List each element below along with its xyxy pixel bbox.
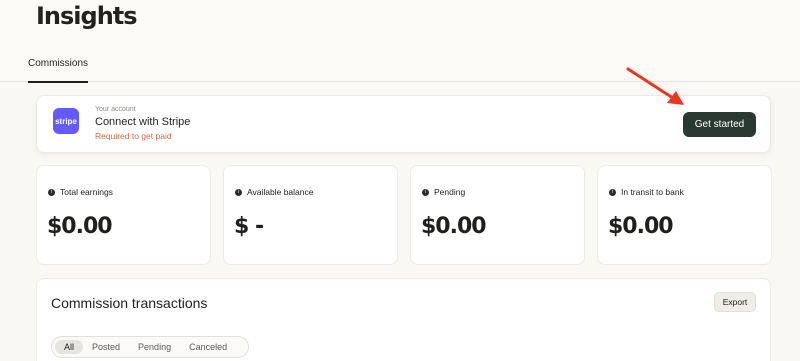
- stat-value: $0.00: [421, 214, 487, 239]
- stat-value: $0.00: [608, 214, 674, 239]
- stat-label: Available balance: [247, 187, 314, 197]
- info-icon[interactable]: i: [48, 188, 55, 196]
- account-note: Required to get paid: [95, 131, 172, 141]
- info-icon[interactable]: i: [609, 188, 616, 196]
- status-filter-group: All Posted Pending Canceled: [51, 336, 249, 358]
- info-icon[interactable]: i: [235, 188, 242, 196]
- commission-transactions-card: Commission transactions Export All Poste…: [36, 278, 771, 361]
- filter-all[interactable]: All: [55, 340, 84, 354]
- stat-label: Total earnings: [60, 187, 113, 197]
- stat-value: $0.00: [47, 214, 113, 239]
- info-icon[interactable]: i: [422, 188, 429, 196]
- stat-label: In transit to bank: [621, 187, 684, 197]
- filter-canceled[interactable]: Canceled: [180, 340, 236, 354]
- tab-commissions[interactable]: Commissions: [28, 58, 89, 83]
- account-caption: Your account: [95, 106, 136, 113]
- account-title: Connect with Stripe: [95, 116, 191, 128]
- stat-card-in-transit: i In transit to bank $0.00: [597, 165, 772, 265]
- filter-posted[interactable]: Posted: [83, 340, 129, 354]
- stripe-logo: stripe: [53, 108, 79, 134]
- page-title: Insights: [36, 2, 138, 30]
- filter-pending[interactable]: Pending: [129, 340, 180, 354]
- get-started-button[interactable]: Get started: [683, 112, 756, 137]
- export-button[interactable]: Export: [714, 292, 756, 312]
- stat-card-pending: i Pending $0.00: [410, 165, 585, 265]
- red-arrow-icon: [626, 67, 684, 105]
- stat-card-available-balance: i Available balance $ -: [223, 165, 398, 265]
- stat-card-total-earnings: i Total earnings $0.00: [36, 165, 211, 265]
- section-title: Commission transactions: [51, 295, 208, 311]
- stat-label: Pending: [434, 187, 466, 197]
- stat-value: $ -: [234, 214, 264, 239]
